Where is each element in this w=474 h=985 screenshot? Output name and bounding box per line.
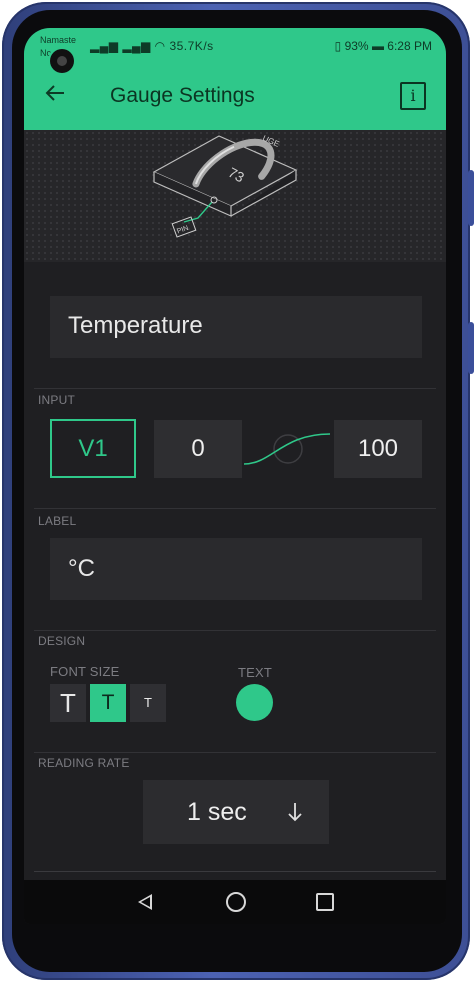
status-right: ▯ 93% ▬ 6:28 PM xyxy=(335,39,432,53)
network-speed: 35.7K/s xyxy=(169,39,214,53)
system-nav-bar xyxy=(24,880,446,924)
max-value-field[interactable]: 100 xyxy=(334,420,422,478)
vibrate-icon: ▯ xyxy=(334,39,342,53)
font-size-label: FONT SIZE xyxy=(50,664,120,679)
nav-recents-icon[interactable] xyxy=(316,893,334,911)
text-color-picker[interactable] xyxy=(236,684,273,721)
input-section-label: INPUT xyxy=(38,393,75,407)
font-size-small-button[interactable]: T xyxy=(130,684,166,722)
reading-rate-value: 1 sec xyxy=(187,798,247,826)
wifi-icon: ◠ xyxy=(154,39,166,53)
label-field[interactable]: °C xyxy=(50,538,422,600)
info-icon[interactable]: i xyxy=(400,82,426,110)
text-color-label: TEXT xyxy=(238,665,273,680)
pin-tag-label: PIN xyxy=(176,225,189,236)
divider xyxy=(34,508,436,509)
reading-rate-dropdown[interactable]: 1 sec xyxy=(143,780,329,844)
page-title: Gauge Settings xyxy=(110,84,255,107)
camera-icon xyxy=(50,49,74,73)
arrow-left-icon[interactable] xyxy=(44,82,68,106)
divider xyxy=(34,752,436,753)
carrier-line1: Namaste xyxy=(40,35,77,45)
battery-percent: 93% xyxy=(344,39,369,53)
app-screen: Namaste Nc ▂▄▆ ▂▄▆ ◠ 35.7K/s ▯ 93% ▬ 6:2… xyxy=(24,28,446,924)
name-field[interactable]: Temperature xyxy=(50,296,422,358)
power-button xyxy=(468,322,474,374)
pin-select-button[interactable]: V1 xyxy=(50,419,136,478)
mapping-curve-icon xyxy=(243,433,331,465)
label-section-label: LABEL xyxy=(38,514,77,528)
volume-button xyxy=(468,170,474,226)
nav-back-icon[interactable] xyxy=(138,894,152,910)
clock: 6:28 PM xyxy=(387,39,432,53)
divider xyxy=(34,630,436,631)
network-status: ▂▄▆ ▂▄▆ ◠ 35.7K/s xyxy=(90,39,214,53)
reading-rate-section-label: READING RATE xyxy=(38,756,130,770)
battery-icon: ▬ xyxy=(371,39,384,53)
font-size-medium-button[interactable]: T xyxy=(90,684,126,722)
name-value: Temperature xyxy=(68,312,203,339)
font-size-large-button[interactable]: T xyxy=(50,684,86,722)
arrow-down-icon xyxy=(288,803,302,822)
min-value-field[interactable]: 0 xyxy=(154,420,242,478)
label-value: °C xyxy=(68,555,95,582)
signal-icon: ▂▄▆ xyxy=(90,39,119,53)
divider xyxy=(34,388,436,389)
signal-icon-2: ▂▄▆ xyxy=(122,39,151,53)
gauge-illustration: 73 UGE PIN xyxy=(152,134,298,238)
divider xyxy=(34,871,436,872)
design-section-label: DESIGN xyxy=(38,634,86,648)
app-header: Namaste Nc ▂▄▆ ▂▄▆ ◠ 35.7K/s ▯ 93% ▬ 6:2… xyxy=(24,28,446,130)
status-bar: Namaste Nc ▂▄▆ ▂▄▆ ◠ 35.7K/s ▯ 93% ▬ 6:2… xyxy=(24,28,446,62)
widget-illustration: 73 UGE PIN xyxy=(24,130,446,262)
nav-home-icon[interactable] xyxy=(226,892,246,912)
